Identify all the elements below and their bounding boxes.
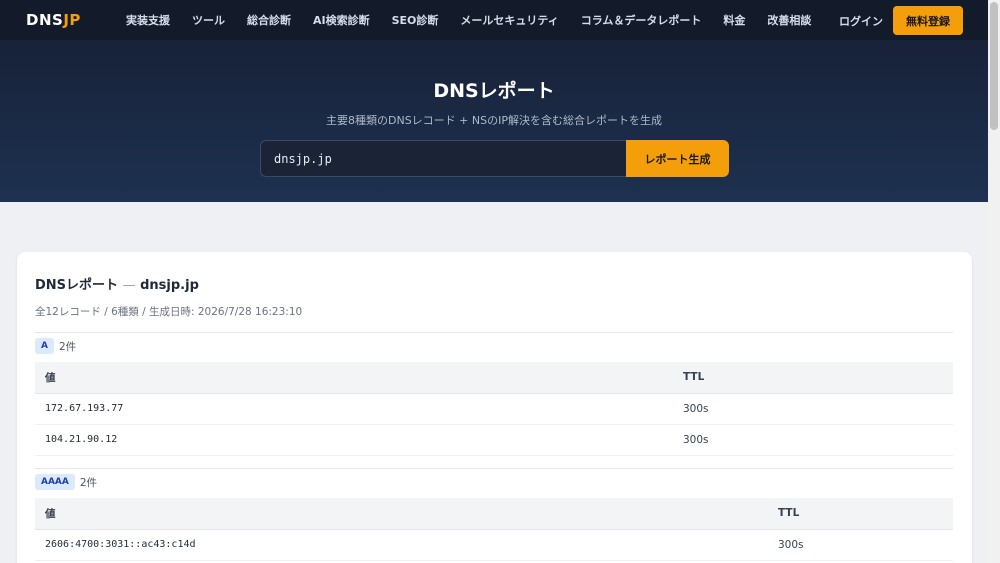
record-value: 2606:4700:3031::ac43:c14d bbox=[35, 529, 768, 561]
record-ttl: 300s bbox=[673, 393, 953, 425]
divider bbox=[35, 332, 953, 333]
nav-item-pricing[interactable]: 料金 bbox=[723, 12, 745, 28]
records-table: 値 TTL 2606:4700:3031::ac43:c14d 300s bbox=[35, 498, 953, 561]
table-header-row: 値 TTL bbox=[35, 498, 953, 530]
nav-item-consult[interactable]: 改善相談 bbox=[767, 12, 811, 28]
report-card: DNSレポート — dnsjp.jp 全12レコード / 6種類 / 生成日時:… bbox=[17, 252, 972, 563]
record-type-badge: AAAA bbox=[35, 474, 75, 490]
table-row: 2606:4700:3031::ac43:c14d 300s bbox=[35, 529, 953, 561]
record-value: 172.67.193.77 bbox=[35, 393, 673, 425]
table-row: 172.67.193.77 300s bbox=[35, 393, 953, 425]
nav-item-mail-security[interactable]: メールセキュリティ bbox=[460, 12, 558, 28]
hero-section: DNSレポート 主要8種類のDNSレコード + NSのIP解決を含む総合レポート… bbox=[0, 40, 988, 202]
top-navigation: DNSJP 実装支援 ツール 総合診断 AI検索診断 SEO診断 メールセキュリ… bbox=[0, 0, 988, 40]
report-meta: 全12レコード / 6種類 / 生成日時: 2026/7/28 16:23:10 bbox=[35, 306, 303, 318]
nav-item-implementation[interactable]: 実装支援 bbox=[126, 12, 170, 28]
report-title: DNSレポート — dnsjp.jp bbox=[35, 278, 199, 293]
record-ttl: 300s bbox=[768, 529, 953, 561]
record-section-a: A 2件 値 TTL 172.67.193.77 300s 104.21.90.… bbox=[35, 336, 953, 456]
page-scrollbar[interactable] bbox=[988, 0, 1000, 563]
nav-menu: 実装支援 ツール 総合診断 AI検索診断 SEO診断 メールセキュリティ コラム… bbox=[126, 0, 811, 40]
table-row: 104.21.90.12 300s bbox=[35, 424, 953, 456]
site-logo[interactable]: DNSJP bbox=[26, 11, 81, 29]
page-title: DNSレポート bbox=[433, 80, 555, 102]
record-type-badge: A bbox=[35, 338, 54, 354]
divider bbox=[35, 468, 953, 469]
login-link[interactable]: ログイン bbox=[839, 13, 883, 29]
nav-item-tools[interactable]: ツール bbox=[192, 12, 225, 28]
page-subtitle: 主要8種類のDNSレコード + NSのIP解決を含む総合レポートを生成 bbox=[326, 114, 662, 127]
table-header-row: 値 TTL bbox=[35, 362, 953, 394]
record-count: 2件 bbox=[79, 476, 98, 489]
column-header-ttl: TTL bbox=[673, 362, 953, 394]
column-header-value: 値 bbox=[35, 362, 673, 394]
nav-item-ai-search[interactable]: AI検索診断 bbox=[313, 12, 370, 28]
record-value: 104.21.90.12 bbox=[35, 424, 673, 456]
column-header-value: 値 bbox=[35, 498, 768, 530]
domain-input[interactable] bbox=[260, 140, 627, 177]
generate-report-button[interactable]: レポート生成 bbox=[626, 140, 729, 177]
record-ttl: 300s bbox=[673, 424, 953, 456]
scrollbar-thumb[interactable] bbox=[990, 2, 998, 130]
records-table: 値 TTL 172.67.193.77 300s 104.21.90.12 30… bbox=[35, 362, 953, 456]
signup-button[interactable]: 無料登録 bbox=[893, 6, 963, 35]
column-header-ttl: TTL bbox=[768, 498, 953, 530]
record-count: 2件 bbox=[58, 340, 77, 353]
nav-item-diagnosis[interactable]: 総合診断 bbox=[247, 12, 291, 28]
nav-item-seo[interactable]: SEO診断 bbox=[392, 12, 439, 28]
nav-item-column[interactable]: コラム＆データレポート bbox=[581, 12, 702, 28]
record-section-aaaa: AAAA 2件 値 TTL 2606:4700:3031::ac43:c14d … bbox=[35, 472, 953, 561]
